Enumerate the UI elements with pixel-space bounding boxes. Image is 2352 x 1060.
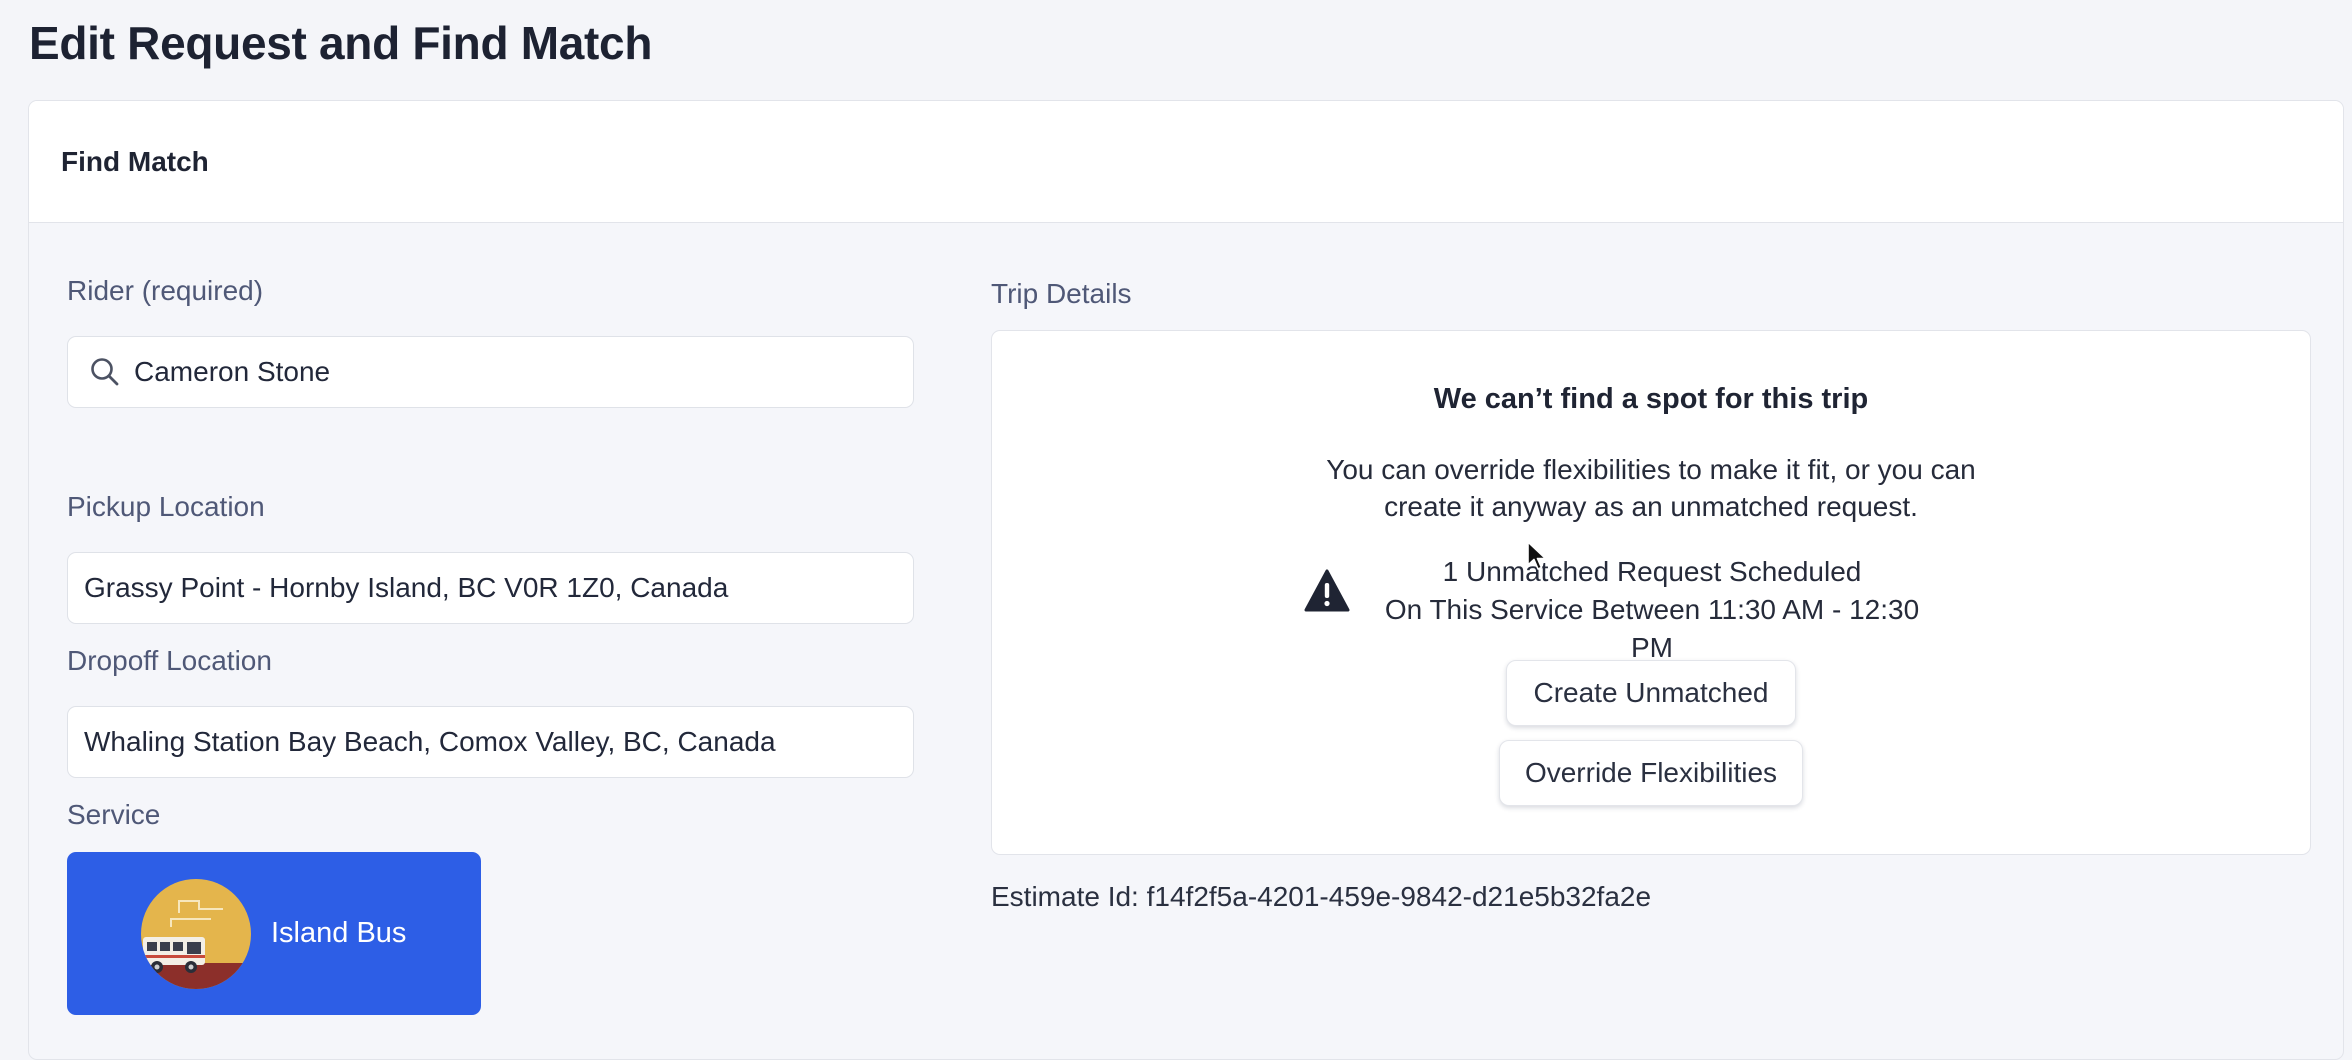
dropoff-location-value: Whaling Station Bay Beach, Comox Valley,… bbox=[84, 726, 776, 757]
estimate-id: Estimate Id: f14f2f5a-4201-459e-9842-d21… bbox=[991, 881, 1652, 912]
rider-search-value: Cameron Stone bbox=[134, 356, 331, 387]
no-spot-message-line-1: You can override flexibilities to make i… bbox=[1326, 454, 1976, 485]
mouse-cursor-icon bbox=[1527, 541, 1549, 571]
trip-details-label: Trip Details bbox=[991, 278, 1132, 309]
service-label: Service bbox=[67, 799, 161, 830]
pickup-location-value: Grassy Point - Hornby Island, BC V0R 1Z0… bbox=[84, 572, 729, 603]
service-option-island-bus[interactable]: Island Bus bbox=[67, 852, 481, 1015]
dropoff-location-field[interactable]: Whaling Station Bay Beach, Comox Valley,… bbox=[67, 706, 914, 778]
warning-triangle-icon bbox=[1304, 569, 1350, 613]
service-name: Island Bus bbox=[271, 917, 407, 949]
unmatched-warning-line-1: 1 Unmatched Request Scheduled bbox=[1442, 556, 1862, 587]
rider-label: Rider (required) bbox=[67, 275, 264, 306]
search-icon bbox=[88, 355, 122, 389]
dropoff-location-label: Dropoff Location bbox=[67, 645, 272, 676]
page-title: Edit Request and Find Match bbox=[29, 17, 653, 69]
card-header: Find Match bbox=[29, 101, 2343, 223]
card-header-title: Find Match bbox=[61, 145, 209, 177]
create-unmatched-button[interactable]: Create Unmatched bbox=[1506, 660, 1796, 726]
no-spot-message-line-2: create it anyway as an unmatched request… bbox=[1384, 491, 1918, 522]
unmatched-warning-line-2: On This Service Between 11:30 AM - 12:30… bbox=[1384, 594, 1920, 663]
unmatched-warning: 1 Unmatched Request Scheduled On This Se… bbox=[1372, 553, 1932, 667]
bus-icon bbox=[141, 878, 251, 989]
pickup-location-field[interactable]: Grassy Point - Hornby Island, BC V0R 1Z0… bbox=[67, 552, 914, 624]
override-flexibilities-button[interactable]: Override Flexibilities bbox=[1499, 740, 1803, 806]
rider-search-field[interactable]: Cameron Stone bbox=[67, 336, 914, 408]
no-spot-message: You can override flexibilities to make i… bbox=[992, 451, 2310, 525]
no-spot-title: We can’t find a spot for this trip bbox=[1433, 383, 1869, 415]
trip-details-panel: We can’t find a spot for this trip You c… bbox=[991, 330, 2311, 855]
pickup-location-label: Pickup Location bbox=[67, 491, 265, 522]
